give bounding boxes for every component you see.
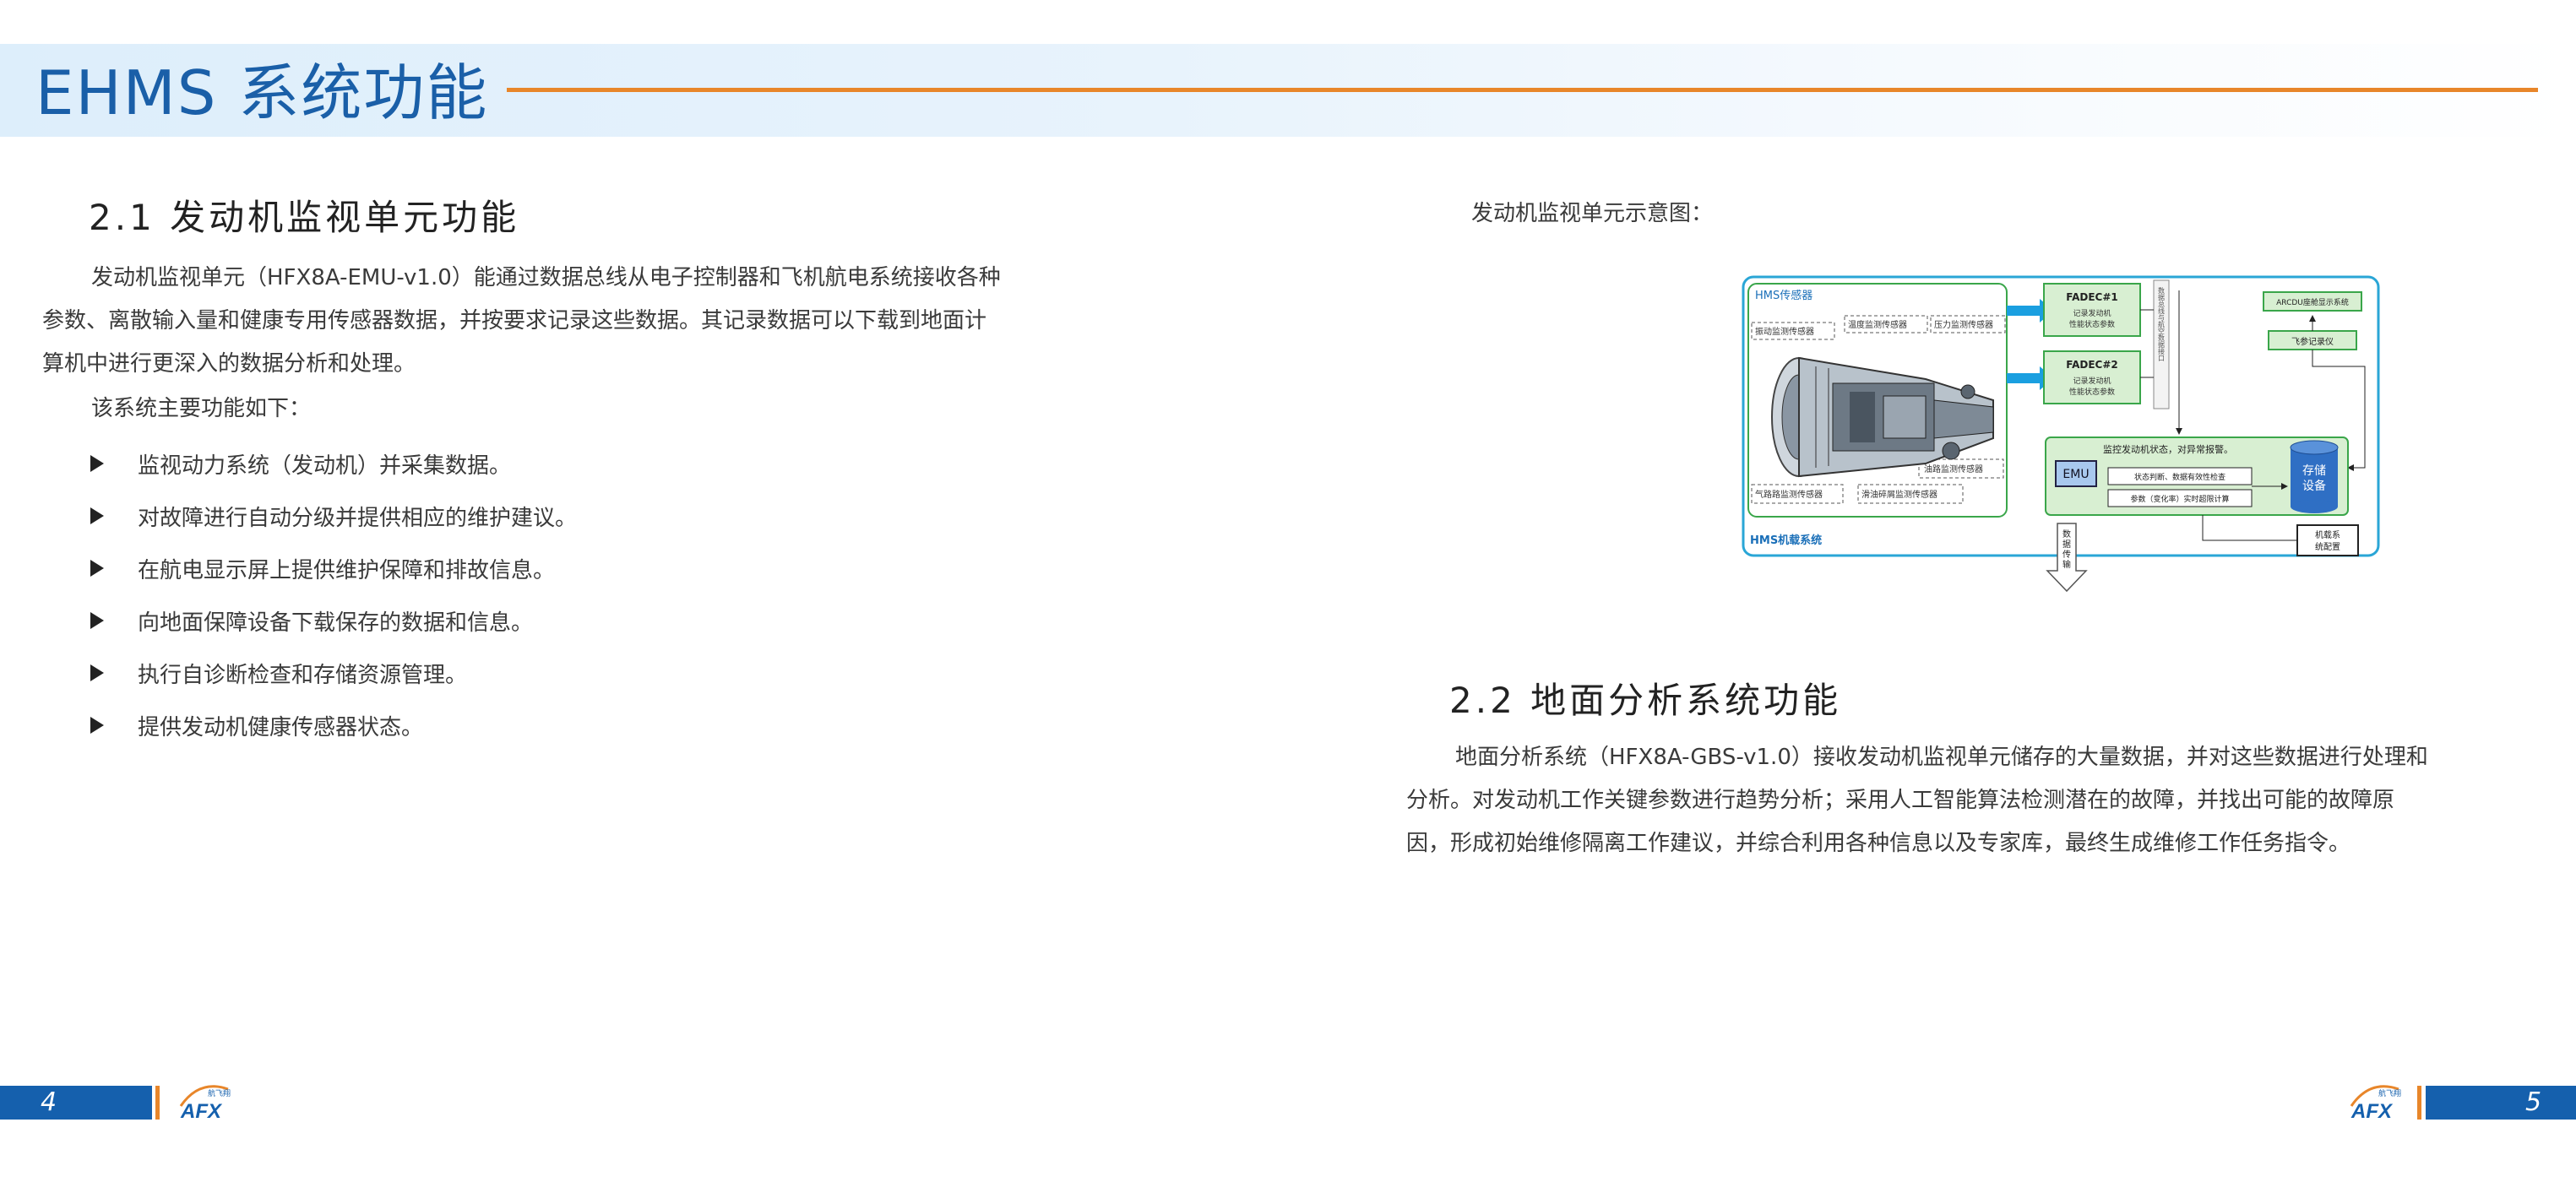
paragraph-line-text: 发动机监视单元（HFX8A-EMU-v1.0）能通过数据总线从电子控制器和飞机航… <box>91 265 1001 290</box>
emu-task: 参数（变化率）实时超限计算 <box>2130 494 2229 504</box>
paragraph-line: 地面分析系统（HFX8A-GBS-v1.0）接收发动机监视单元储存的大量数据，并… <box>1406 736 2454 779</box>
svg-text:航飞翔: 航飞翔 <box>208 1088 231 1098</box>
fadec1-title: FADEC#1 <box>2066 291 2117 303</box>
sensor-label: 油路监测传感器 <box>1924 464 1983 474</box>
sensor-label: 温度监测传感器 <box>1848 319 1907 330</box>
fadec1-sub: 性能状态参数 <box>2069 319 2115 329</box>
list-item: 执行自诊断检查和存储资源管理。 <box>89 647 577 699</box>
sensor-label: 滑油碎屑监测传感器 <box>1861 489 1937 500</box>
triangle-bullet-icon <box>90 717 104 734</box>
triangle-bullet-icon <box>90 455 104 472</box>
triangle-bullet-icon <box>90 664 104 681</box>
footer-accent-right <box>2417 1086 2421 1120</box>
sensor-label: 振动监测传感器 <box>1755 326 1814 337</box>
list-item: 向地面保障设备下载保存的数据和信息。 <box>89 594 577 647</box>
functions-intro: 该系统主要功能如下： <box>91 396 312 421</box>
triangle-bullet-icon <box>90 612 104 629</box>
display-system-label: ARCDU座舱显示系统 <box>2276 297 2349 307</box>
fadec2-title: FADEC#2 <box>2066 359 2117 371</box>
section-heading-2-1: 2.1 发动机监视单元功能 <box>89 197 520 238</box>
sensor-label: 压力监测传感器 <box>1934 319 1993 330</box>
footer-bar-left <box>0 1086 152 1120</box>
page-title: EHMS 系统功能 <box>35 57 489 128</box>
list-item: 对故障进行自动分级并提供相应的维护建议。 <box>89 490 577 542</box>
list-item-text: 监视动力系统（发动机）并采集数据。 <box>138 453 512 479</box>
afx-logo-icon: AFX 航飞翔 <box>2350 1085 2401 1123</box>
paragraph-line: 发动机监视单元（HFX8A-EMU-v1.0）能通过数据总线从电子控制器和飞机航… <box>42 257 1090 300</box>
transfer-label: 输 <box>2062 559 2071 570</box>
function-list: 监视动力系统（发动机）并采集数据。 对故障进行自动分级并提供相应的维护建议。 在… <box>89 437 577 751</box>
list-item-text: 向地面保障设备下载保存的数据和信息。 <box>138 610 534 636</box>
system-config-label: 机载系 <box>2315 529 2340 540</box>
paragraph-line-text: 地面分析系统（HFX8A-GBS-v1.0）接收发动机监视单元储存的大量数据，并… <box>1455 745 2428 770</box>
footer-bar-right <box>2426 1086 2576 1120</box>
list-item: 提供发动机健康传感器状态。 <box>89 699 577 751</box>
system-config-label: 统配置 <box>2315 541 2340 552</box>
hms-onboard-label: HMS机载系统 <box>1750 534 1822 547</box>
fadec2-sub: 记录发动机 <box>2073 376 2111 386</box>
svg-text:AFX: AFX <box>180 1100 223 1123</box>
footer-accent-left <box>155 1086 160 1120</box>
page-number-right: 5 <box>2525 1087 2542 1117</box>
emu-paragraph: 发动机监视单元（HFX8A-EMU-v1.0）能通过数据总线从电子控制器和飞机航… <box>42 257 1090 386</box>
transfer-label: 传 <box>2062 550 2071 560</box>
sensor-label: 气路路监测传感器 <box>1755 489 1823 500</box>
paragraph-line: 算机中进行更深入的数据分析和处理。 <box>42 351 416 377</box>
paragraph-line: 因，形成初始维修隔离工作建议，并综合利用各种信息以及专家库，最终生成维修工作任务… <box>1406 831 2351 856</box>
emu-title: 监控发动机状态，对异常报警。 <box>2103 443 2233 455</box>
emu-label: EMU <box>2062 468 2089 481</box>
flight-recorder-label: 飞参记录仪 <box>2291 336 2334 347</box>
diagram-caption: 发动机监视单元示意图： <box>1471 201 1714 226</box>
list-item-text: 对故障进行自动分级并提供相应的维护建议。 <box>138 505 578 531</box>
data-bus-label: 数据总线与航空数据接口 <box>2158 286 2166 361</box>
fadec1-sub: 记录发动机 <box>2073 308 2111 318</box>
paragraph-line: 分析。对发动机工作关键参数进行趋势分析；采用人工智能算法检测潜在的故障，并找出可… <box>1406 788 2395 813</box>
gbs-paragraph: 地面分析系统（HFX8A-GBS-v1.0）接收发动机监视单元储存的大量数据，并… <box>1406 736 2454 865</box>
triangle-bullet-icon <box>90 560 104 577</box>
storage-label: 存储 <box>2302 464 2326 478</box>
emu-task: 状态判断、数据有效性检查 <box>2134 472 2225 482</box>
transfer-label: 数 <box>2062 529 2071 539</box>
page-number-left: 4 <box>41 1087 57 1117</box>
list-item-text: 执行自诊断检查和存储资源管理。 <box>138 662 468 688</box>
fadec2-sub: 性能状态参数 <box>2069 387 2115 397</box>
list-item-text: 在航电显示屏上提供维护保障和排故信息。 <box>138 557 556 583</box>
emu-schematic-diagram: HMS机载系统 HMS传感器 振动监测传感器 温度监测传感器 压力监测传感器 油… <box>1742 275 2380 593</box>
paragraph-line: 参数、离散输入量和健康专用传感器数据，并按要求记录这些数据。其记录数据可以下载到… <box>42 308 987 333</box>
triangle-bullet-icon <box>90 507 104 524</box>
svg-text:AFX: AFX <box>2350 1100 2394 1123</box>
hms-sensor-label: HMS传感器 <box>1755 289 1812 302</box>
list-item-text: 提供发动机健康传感器状态。 <box>138 714 424 740</box>
svg-text:航飞翔: 航飞翔 <box>2378 1088 2401 1098</box>
section-heading-2-2: 2.2 地面分析系统功能 <box>1449 680 1842 721</box>
title-rule <box>507 88 2538 92</box>
list-item: 在航电显示屏上提供维护保障和排故信息。 <box>89 542 577 594</box>
afx-logo-icon: AFX 航飞翔 <box>179 1085 231 1123</box>
list-item: 监视动力系统（发动机）并采集数据。 <box>89 437 577 490</box>
storage-label: 设备 <box>2302 479 2326 493</box>
transfer-label: 据 <box>2062 539 2071 550</box>
